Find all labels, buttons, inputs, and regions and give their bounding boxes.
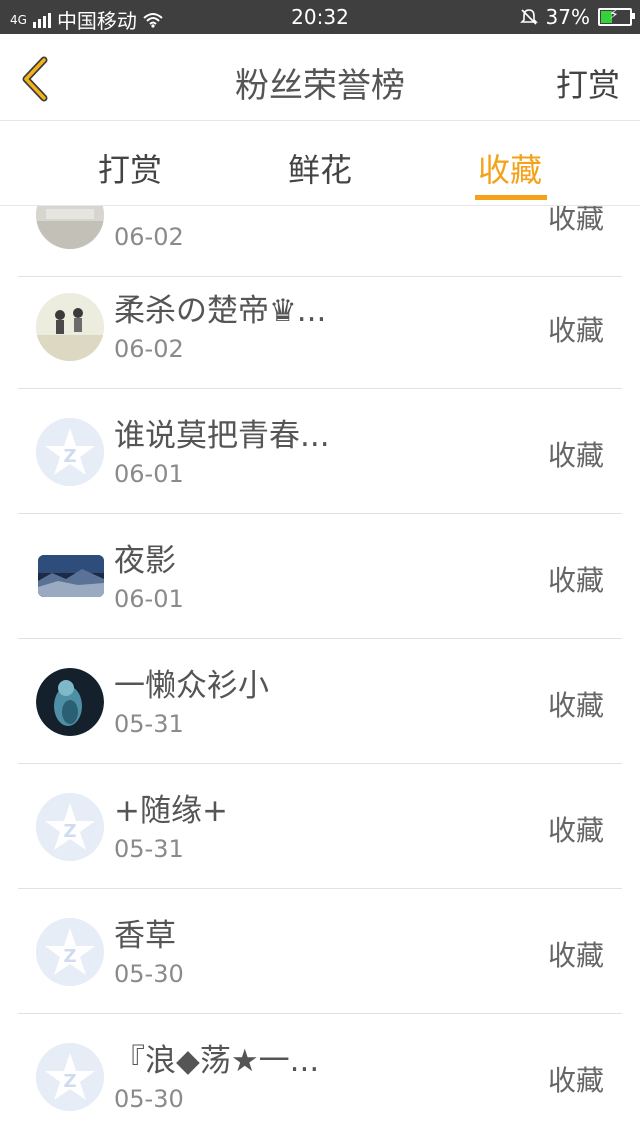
item-action-label: 收藏 [547, 939, 604, 972]
item-date: 05-30 [114, 960, 184, 988]
list-item[interactable]: 柔杀の楚帝♛... 06-02 收藏 [18, 263, 622, 389]
tab-label: 鲜花 [287, 151, 352, 189]
default-avatar-icon: Z [36, 1043, 104, 1111]
tab-label: 打赏 [97, 151, 162, 189]
tab-favorites[interactable]: 收藏 [435, 145, 585, 200]
item-action-label: 收藏 [547, 314, 604, 347]
list-item[interactable]: Z 『浪◆荡★一... 05-30 收藏 [18, 1013, 622, 1138]
svg-text:Z: Z [63, 446, 76, 467]
reward-button[interactable]: 打赏 [556, 60, 620, 106]
item-date: 06-02 [114, 223, 184, 251]
status-right: 37% ⚡ [519, 5, 635, 29]
battery-icon: ⚡ [598, 7, 635, 26]
item-action-label: 收藏 [547, 206, 604, 235]
item-name: 香草 [114, 918, 176, 954]
item-action-label: 收藏 [547, 1064, 604, 1097]
tab-flowers[interactable]: 鲜花 [245, 145, 395, 191]
list-item[interactable]: Z 谁说莫把青春... 06-01 收藏 [18, 388, 622, 514]
page-title: 粉丝荣誉榜 [235, 66, 405, 106]
tab-reward[interactable]: 打赏 [55, 145, 205, 191]
list-item[interactable]: 一懒众衫小 05-31 收藏 [18, 638, 622, 764]
item-date: 06-01 [114, 460, 184, 488]
item-date: 05-30 [114, 1085, 184, 1113]
default-avatar-icon: Z [36, 418, 104, 486]
fan-list[interactable]: 06-02 收藏 柔杀の楚帝♛... 06-02 收藏 Z 谁说莫把青春... … [0, 206, 640, 1138]
active-tab-indicator [475, 195, 547, 200]
item-name: 一懒众衫小 [114, 668, 269, 704]
list-item[interactable]: Z 香草 05-30 收藏 [18, 888, 622, 1014]
avatar [36, 206, 104, 249]
tab-bar: 打赏 鲜花 收藏 [0, 121, 640, 206]
item-action-label: 收藏 [547, 564, 604, 597]
list-item[interactable]: 夜影 06-01 收藏 [18, 513, 622, 639]
item-action-label: 收藏 [547, 814, 604, 847]
item-name: 谁说莫把青春... [114, 418, 330, 454]
default-avatar-icon: Z [36, 793, 104, 861]
item-name: +随缘+ [114, 793, 228, 829]
svg-text:Z: Z [63, 821, 76, 842]
list-item[interactable]: Z +随缘+ 05-31 收藏 [18, 763, 622, 889]
header-bar: 粉丝荣誉榜 打赏 [0, 34, 640, 121]
avatar [38, 555, 104, 597]
item-action-label: 收藏 [547, 439, 604, 472]
item-action-label: 收藏 [547, 689, 604, 722]
item-name: 夜影 [114, 543, 176, 579]
item-name: 柔杀の楚帝♛... [114, 293, 327, 329]
svg-text:Z: Z [63, 1071, 76, 1092]
default-avatar-icon: Z [36, 918, 104, 986]
item-date: 05-31 [114, 835, 184, 863]
battery-percent: 37% [545, 5, 590, 29]
item-date: 05-31 [114, 710, 184, 738]
item-date: 06-01 [114, 585, 184, 613]
avatar [36, 668, 104, 736]
mute-bell-icon [519, 9, 538, 25]
avatar [36, 293, 104, 361]
tab-label: 收藏 [477, 151, 542, 189]
item-date: 06-02 [114, 335, 184, 363]
svg-text:Z: Z [63, 946, 76, 967]
item-name: 『浪◆荡★一... [114, 1043, 320, 1079]
status-bar: 4G 中国移动 20:32 37% ⚡ [0, 0, 640, 34]
